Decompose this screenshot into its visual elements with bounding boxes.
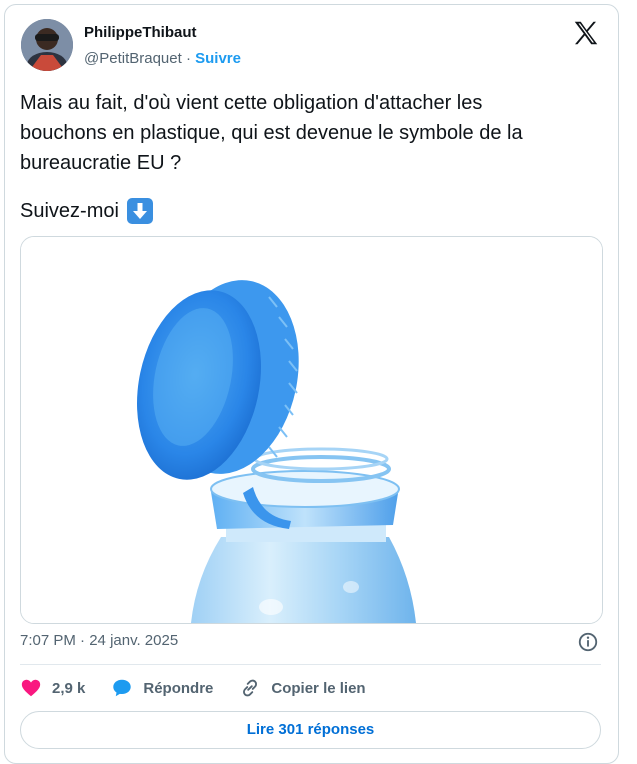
reply-button[interactable]: Répondre — [111, 677, 213, 699]
avatar[interactable] — [21, 19, 73, 71]
author-handle[interactable]: @PetitBraquet — [84, 50, 182, 67]
tweet-text: Mais au fait, d'où vient cette obligatio… — [20, 88, 605, 178]
action-bar: 2,9 k Répondre Copier le lien — [20, 676, 392, 700]
tweet-text-line: Mais au fait, d'où vient cette obligatio… — [20, 92, 483, 114]
arrow-down-emoji-icon — [126, 198, 153, 224]
tweet-time: 7:07 PM — [20, 632, 76, 649]
copy-link-button[interactable]: Copier le lien — [239, 677, 366, 699]
link-icon — [243, 679, 258, 697]
follow-me-line: Suivez-moi — [20, 196, 153, 226]
tweet-text-line: bouchons en plastique, qui est devenue l… — [20, 122, 523, 144]
tweet-date: 24 janv. 2025 — [89, 632, 179, 649]
info-icon[interactable] — [577, 631, 599, 653]
divider — [20, 664, 601, 665]
read-replies-button[interactable]: Lire 301 réponses — [20, 711, 601, 749]
likes-count: 2,9 k — [52, 679, 86, 697]
copy-link-label: Copier le lien — [271, 679, 366, 697]
heart-icon — [21, 679, 41, 697]
tweet-text-line: bureaucratie EU ? — [20, 152, 182, 174]
author-handle-row: @PetitBraquet · Suivre — [84, 50, 241, 67]
x-logo-icon[interactable] — [571, 18, 601, 48]
reply-label: Répondre — [143, 679, 214, 697]
like-button[interactable]: 2,9 k — [20, 677, 85, 699]
follow-button[interactable]: Suivre — [195, 50, 241, 67]
speech-bubble-icon — [113, 679, 132, 697]
follow-me-text: Suivez-moi — [20, 200, 119, 222]
timestamp-separator: · — [80, 632, 86, 649]
author-name[interactable]: PhilippeThibaut — [84, 24, 197, 41]
handle-separator: · — [185, 50, 191, 67]
tweet-timestamp[interactable]: 7:07 PM · 24 janv. 2025 — [20, 632, 178, 649]
tweet-image[interactable] — [20, 236, 603, 624]
